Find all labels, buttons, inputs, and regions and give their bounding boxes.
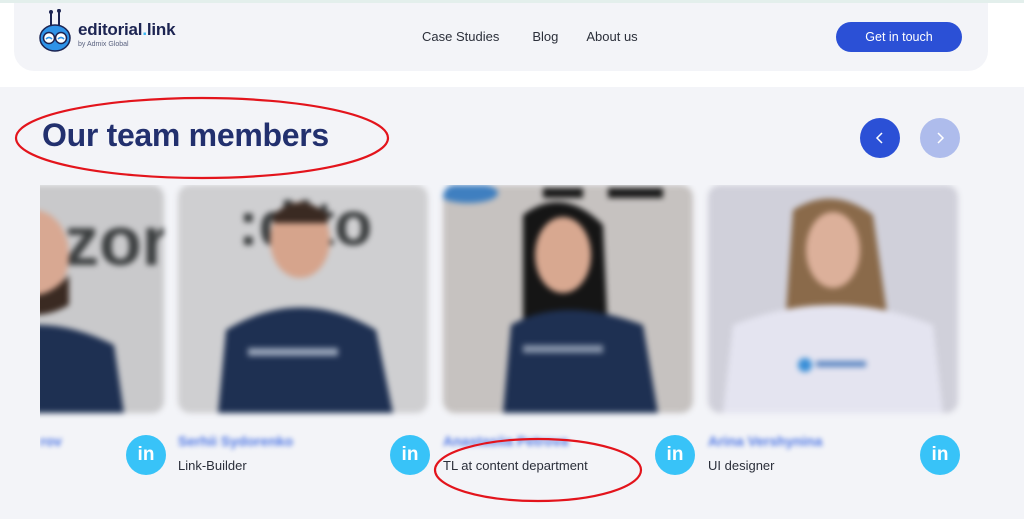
- main-nav: Case Studies Blog About us: [422, 29, 638, 44]
- linkedin-icon: in: [137, 444, 155, 465]
- header-bar: editorial.link by Admix Global Case Stud…: [14, 3, 988, 71]
- team-member-card: :dito Serhii Sydorenko Link-Builder in: [178, 185, 430, 485]
- member-name: Anastasiia Petrova: [443, 433, 569, 449]
- robot-logo-icon: [38, 8, 72, 53]
- member-role: Link-Builder: [178, 458, 247, 473]
- member-photo: [708, 185, 958, 413]
- logo-link[interactable]: editorial.link by Admix Global: [38, 8, 176, 53]
- linkedin-icon: in: [401, 444, 419, 465]
- header: editorial.link by Admix Global Case Stud…: [0, 3, 1024, 87]
- logo-title: editorial.link: [78, 20, 176, 39]
- linkedin-button[interactable]: in: [920, 435, 960, 475]
- nav-about-us[interactable]: About us: [586, 29, 637, 44]
- linkedin-icon: in: [666, 444, 684, 465]
- member-role: UI designer: [708, 458, 775, 473]
- get-in-touch-button[interactable]: Get in touch: [836, 22, 962, 52]
- team-carousel[interactable]: zor rov in :dito Ser: [40, 185, 980, 485]
- member-name: rov: [40, 433, 62, 449]
- chevron-left-icon: [875, 132, 883, 144]
- linkedin-button[interactable]: in: [390, 435, 430, 475]
- member-photo: [443, 185, 693, 413]
- nav-case-studies[interactable]: Case Studies: [422, 29, 499, 44]
- linkedin-icon: in: [931, 444, 949, 465]
- section-title: Our team members: [42, 117, 329, 153]
- team-member-card: zor rov in: [40, 185, 166, 485]
- nav-blog[interactable]: Blog: [532, 29, 558, 44]
- member-photo: :dito: [178, 185, 428, 413]
- carousel-next-button[interactable]: [920, 118, 960, 158]
- team-member-card: Anastasiia Petrova TL at content departm…: [443, 185, 695, 485]
- member-name: Serhii Sydorenko: [178, 433, 294, 449]
- carousel-prev-button[interactable]: [860, 118, 900, 158]
- member-role: TL at content department: [443, 458, 588, 473]
- linkedin-button[interactable]: in: [126, 435, 166, 475]
- logo-subtitle: by Admix Global: [78, 41, 129, 48]
- member-photo: zor: [40, 185, 164, 413]
- linkedin-button[interactable]: in: [655, 435, 695, 475]
- team-member-card: Arina Vershynina UI designer in: [708, 185, 960, 485]
- svg-text:zor: zor: [64, 202, 164, 280]
- member-name: Arina Vershynina: [708, 433, 823, 449]
- chevron-right-icon: [937, 132, 945, 144]
- team-section: Our team members zor rov in Serhii Sydor…: [0, 87, 1024, 519]
